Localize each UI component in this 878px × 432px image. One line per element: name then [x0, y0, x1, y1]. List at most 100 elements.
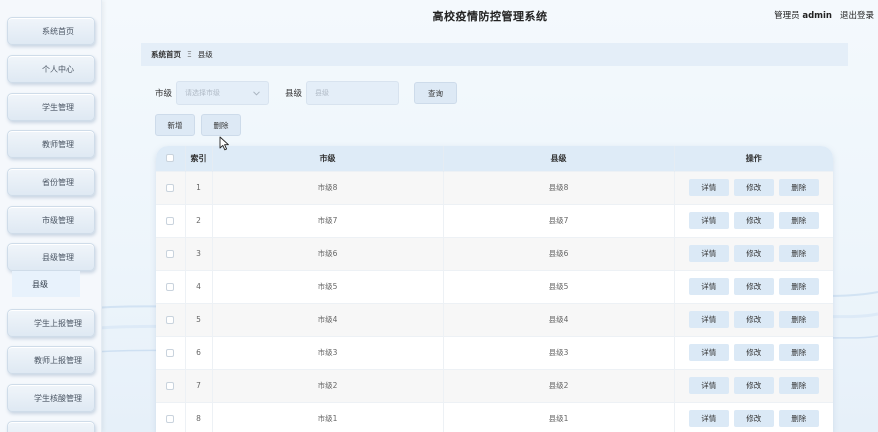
row-delete-button[interactable]: 删除 [778, 410, 819, 428]
table-row: 4 市级5 县级5 详情 修改 删除 [156, 269, 834, 303]
sidebar-item-student-report-management[interactable]: 学生上报管理 [7, 309, 95, 337]
sidebar-item-more[interactable] [7, 421, 95, 432]
row-checkbox[interactable] [166, 250, 175, 258]
row-actions: 详情 修改 删除 [675, 410, 834, 428]
row-checkbox[interactable] [166, 283, 175, 291]
select-all-header [156, 146, 186, 171]
logout-link[interactable]: 退出登录 [840, 9, 874, 21]
row-delete-button[interactable]: 删除 [778, 311, 819, 328]
data-table-card: 索引 市级 县级 操作 1 市级8 县级8 详情 修改 删除 2 市级7 县级7… [156, 146, 833, 432]
breadcrumb: 系统首页 Ξ 县级 [141, 43, 848, 66]
row-actions: 详情 修改 删除 [675, 377, 834, 394]
detail-button[interactable]: 详情 [688, 344, 729, 361]
detail-button[interactable]: 详情 [688, 245, 729, 262]
breadcrumb-separator: Ξ [187, 50, 192, 59]
detail-button[interactable]: 详情 [688, 179, 729, 196]
row-checkbox[interactable] [166, 349, 175, 357]
row-index: 7 [185, 368, 213, 402]
sidebar-item-teacher-report-management[interactable]: 教师上报管理 [7, 346, 95, 374]
row-actions: 详情 修改 删除 [675, 245, 834, 262]
row-actions: 详情 修改 删除 [675, 344, 834, 361]
app-title: 高校疫情防控管理系统 [432, 10, 548, 23]
row-county: 县级3 [443, 335, 675, 369]
county-input-placeholder: 县级 [315, 89, 330, 97]
edit-button[interactable]: 修改 [733, 212, 774, 229]
city-select[interactable]: 请选择市级 [176, 81, 270, 105]
row-delete-button[interactable]: 删除 [778, 245, 819, 262]
row-delete-button[interactable]: 删除 [778, 212, 819, 229]
detail-button[interactable]: 详情 [688, 212, 729, 229]
row-actions: 详情 修改 删除 [675, 311, 834, 328]
sidebar-item-label: 教师上报管理 [34, 355, 82, 365]
edit-button[interactable]: 修改 [733, 179, 774, 196]
sidebar-item-label: 教师管理 [42, 139, 74, 149]
row-county: 县级5 [443, 269, 675, 303]
edit-button[interactable]: 修改 [733, 278, 774, 295]
row-checkbox[interactable] [166, 382, 175, 390]
county-input[interactable]: 县级 [306, 81, 400, 105]
sidebar-item-student-management[interactable]: 学生管理 [7, 93, 95, 121]
user-name: admin [802, 11, 832, 21]
add-button[interactable]: 新增 [155, 114, 195, 136]
sidebar-item-teacher-management[interactable]: 教师管理 [7, 130, 95, 158]
sidebar-item-home[interactable]: 系统首页 [7, 17, 95, 45]
sidebar-subitem-county[interactable]: 县级 [12, 271, 80, 297]
row-checkbox[interactable] [166, 184, 175, 192]
edit-button[interactable]: 修改 [733, 311, 774, 328]
sidebar-item-province-management[interactable]: 省份管理 [7, 168, 95, 196]
detail-button[interactable]: 详情 [688, 377, 729, 394]
row-delete-button[interactable]: 删除 [778, 344, 819, 361]
row-index: 8 [185, 401, 213, 432]
sidebar-item-label: 学生管理 [42, 102, 74, 112]
city-select-placeholder: 请选择市级 [185, 89, 221, 97]
sidebar-item-label: 学生上报管理 [34, 318, 82, 328]
select-all-checkbox[interactable] [166, 154, 175, 163]
edit-button[interactable]: 修改 [733, 344, 774, 361]
edit-button[interactable]: 修改 [733, 377, 774, 394]
detail-button[interactable]: 详情 [688, 311, 729, 328]
row-checkbox[interactable] [166, 415, 175, 424]
row-delete-button[interactable]: 删除 [778, 278, 819, 295]
row-index: 5 [185, 302, 213, 336]
row-city: 市级1 [212, 401, 444, 432]
topbar: 高校疫情防控管理系统 [102, 0, 878, 32]
sidebar-subitem-label: 县级 [32, 279, 48, 289]
user-info: 管理员 admin [774, 9, 832, 21]
row-actions: 详情 修改 删除 [675, 212, 834, 229]
sidebar-item-county-management[interactable]: 县级管理 [7, 243, 95, 271]
row-county: 县级1 [443, 401, 675, 432]
row-city: 市级5 [212, 269, 444, 303]
edit-button[interactable]: 修改 [733, 245, 774, 262]
table-row: 6 市级3 县级3 详情 修改 删除 [156, 335, 834, 369]
row-delete-button[interactable]: 删除 [778, 179, 819, 196]
table-row: 1 市级8 县级8 详情 修改 删除 [156, 170, 833, 204]
search-bar: 市级 请选择市级 县级 县级 查询 [155, 81, 458, 105]
sidebar-item-label: 省份管理 [42, 177, 74, 187]
sidebar-item-city-management[interactable]: 市级管理 [7, 206, 95, 234]
ops-header: 操作 [745, 153, 762, 163]
sidebar-item-label: 县级管理 [42, 252, 74, 262]
row-city: 市级4 [212, 302, 444, 336]
detail-button[interactable]: 详情 [688, 410, 729, 428]
sidebar-item-student-nucleic-management[interactable]: 学生核酸管理 [7, 384, 95, 412]
edit-button[interactable]: 修改 [733, 410, 774, 428]
breadcrumb-home[interactable]: 系统首页 [151, 49, 181, 60]
county-table: 索引 市级 县级 操作 1 市级8 县级8 详情 修改 删除 2 市级7 县级7… [156, 146, 833, 432]
sidebar-item-personal-center[interactable]: 个人中心 [7, 55, 95, 83]
row-actions: 详情 修改 删除 [675, 278, 834, 295]
query-button[interactable]: 查询 [414, 82, 458, 104]
row-checkbox[interactable] [166, 217, 175, 225]
row-county: 县级6 [443, 236, 675, 270]
county-label: 县级 [285, 89, 303, 99]
table-header-row: 索引 市级 县级 操作 [156, 146, 833, 171]
row-city: 市级8 [212, 170, 444, 204]
row-index: 6 [185, 335, 213, 369]
detail-button[interactable]: 详情 [688, 278, 729, 295]
sidebar-item-label: 市级管理 [42, 215, 74, 225]
row-city: 市级2 [212, 368, 444, 402]
row-county: 县级2 [443, 368, 675, 402]
row-delete-button[interactable]: 删除 [778, 377, 819, 394]
delete-button[interactable]: 删除 [201, 114, 241, 136]
row-checkbox[interactable] [166, 316, 175, 324]
row-index: 4 [185, 269, 213, 303]
